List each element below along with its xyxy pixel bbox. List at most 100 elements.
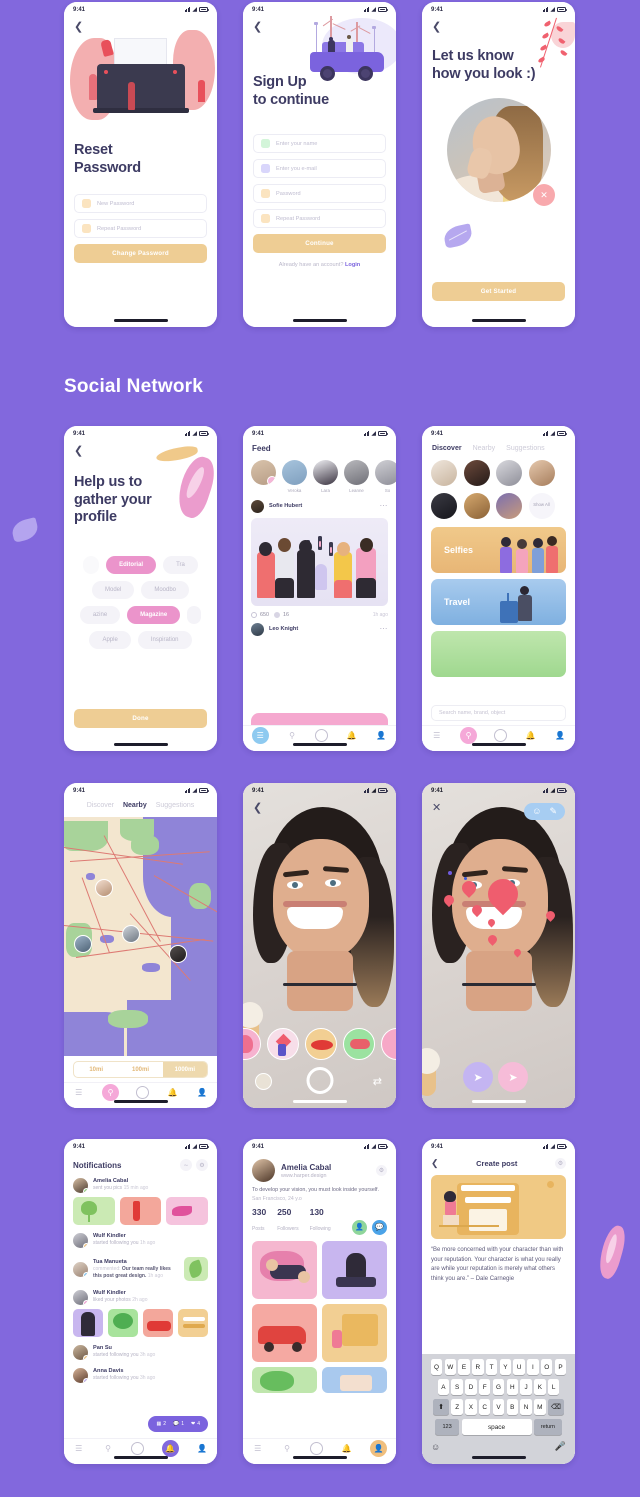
post-text[interactable]: “Be more concerned with your character t… bbox=[422, 1239, 575, 1285]
tag-chip[interactable] bbox=[187, 606, 202, 624]
key-b[interactable]: B bbox=[506, 1399, 518, 1415]
story-item[interactable]: Lara bbox=[313, 460, 338, 493]
tab-discover[interactable]: Discover bbox=[87, 802, 114, 809]
key-w[interactable]: W bbox=[444, 1359, 456, 1375]
tab-menu[interactable]: ☰ bbox=[73, 1087, 85, 1099]
filter-option[interactable] bbox=[243, 1028, 261, 1060]
post-thumbnail[interactable] bbox=[252, 1240, 317, 1299]
avatar[interactable] bbox=[431, 492, 457, 519]
tab-notifications[interactable]: 🔔 bbox=[525, 730, 537, 742]
notification-item[interactable]: Anna Davis started following you 3h ago bbox=[64, 1360, 217, 1383]
post-image[interactable] bbox=[431, 1175, 566, 1239]
emoji-icon[interactable]: ☺ bbox=[431, 1442, 440, 1452]
repeat-password-field[interactable]: Repeat Password bbox=[74, 219, 207, 238]
new-password-field[interactable]: New Password bbox=[74, 194, 207, 213]
thumbnail[interactable] bbox=[143, 1309, 173, 1337]
key-g[interactable]: G bbox=[492, 1379, 505, 1395]
key-o[interactable]: O bbox=[541, 1359, 553, 1375]
post-thumbnail[interactable] bbox=[252, 1366, 317, 1393]
avatar[interactable] bbox=[251, 499, 264, 513]
key-z[interactable]: Z bbox=[451, 1399, 463, 1415]
key-s[interactable]: S bbox=[451, 1379, 463, 1395]
more-icon[interactable]: ⋯ bbox=[380, 501, 389, 509]
map-pin-avatar[interactable] bbox=[122, 925, 140, 943]
search-input[interactable]: Search name, brand, object bbox=[431, 705, 566, 721]
profile-url[interactable]: www.harper.design bbox=[281, 1173, 331, 1179]
tab-profile[interactable]: 👤 bbox=[196, 1443, 208, 1455]
key-space[interactable]: space bbox=[461, 1419, 532, 1435]
filter-icon[interactable]: ∼ bbox=[180, 1159, 192, 1171]
gear-icon[interactable]: ⚙ bbox=[376, 1165, 387, 1176]
done-button[interactable]: Done bbox=[74, 709, 207, 728]
key-t[interactable]: T bbox=[485, 1359, 498, 1375]
key-y[interactable]: Y bbox=[499, 1359, 512, 1375]
key-backspace[interactable]: ⌫ bbox=[547, 1399, 564, 1415]
story-item[interactable] bbox=[251, 460, 276, 493]
key-n[interactable]: N bbox=[520, 1399, 532, 1415]
login-link[interactable]: Login bbox=[345, 262, 360, 268]
key-shift[interactable]: ⬆ bbox=[433, 1399, 450, 1415]
tab-notifications[interactable]: 🔔 bbox=[161, 1440, 179, 1457]
notification-item[interactable]: Pan Su started following you 3h ago bbox=[64, 1337, 217, 1360]
tab-menu[interactable]: ☰ bbox=[251, 727, 269, 744]
tab-profile[interactable]: 👤 bbox=[196, 1087, 208, 1099]
key-x[interactable]: X bbox=[465, 1399, 477, 1415]
key-numbers[interactable]: 123 bbox=[435, 1419, 460, 1435]
post-thumbnail[interactable] bbox=[252, 1303, 317, 1362]
key-return[interactable]: return bbox=[533, 1419, 562, 1435]
key-f[interactable]: F bbox=[479, 1379, 491, 1395]
thumbnail[interactable] bbox=[166, 1197, 209, 1225]
post-thumbnail[interactable] bbox=[322, 1366, 387, 1393]
tab-suggestions[interactable]: Suggestions bbox=[156, 802, 195, 809]
gear-icon[interactable]: ⚙ bbox=[555, 1158, 566, 1169]
notification-item[interactable]: Wulf Kindler started following you 1h ag… bbox=[64, 1225, 217, 1248]
thumbnail[interactable] bbox=[184, 1257, 208, 1281]
swap-camera-icon[interactable]: ⇄ bbox=[373, 1075, 382, 1088]
remove-photo-button[interactable]: ✕ bbox=[533, 184, 555, 206]
category-card-third[interactable] bbox=[431, 630, 566, 677]
key-r[interactable]: R bbox=[472, 1359, 484, 1375]
back-button[interactable]: ❮ bbox=[74, 22, 83, 33]
tab-camera[interactable] bbox=[310, 1442, 324, 1455]
key-v[interactable]: V bbox=[492, 1399, 505, 1415]
category-card-travel[interactable]: Travel bbox=[431, 578, 566, 625]
map-view[interactable] bbox=[64, 817, 217, 1056]
post-thumbnail[interactable] bbox=[322, 1240, 387, 1299]
map-pin-avatar[interactable] bbox=[74, 935, 92, 953]
get-started-button[interactable]: Get Started bbox=[432, 282, 565, 301]
gallery-thumbnail[interactable] bbox=[255, 1073, 272, 1090]
distance-100mi[interactable]: 100mi bbox=[118, 1062, 162, 1077]
category-card-selfies[interactable]: Selfies bbox=[431, 526, 566, 573]
avatar[interactable] bbox=[463, 460, 490, 486]
notification-item[interactable]: Tua Manueta commented: Our team really l… bbox=[64, 1248, 217, 1281]
tab-suggestions[interactable]: Suggestions bbox=[506, 445, 545, 452]
tab-nearby[interactable]: Nearby bbox=[123, 802, 147, 809]
story-item[interactable]: So bbox=[375, 460, 396, 493]
tag-chip-apple[interactable]: Apple bbox=[89, 631, 131, 649]
filter-option[interactable] bbox=[267, 1028, 299, 1060]
close-button[interactable]: ✕ bbox=[432, 803, 441, 814]
tab-profile[interactable]: 👤 bbox=[375, 730, 387, 742]
thumbnail[interactable] bbox=[108, 1309, 138, 1337]
tab-profile[interactable]: 👤 bbox=[370, 1440, 388, 1457]
key-e[interactable]: E bbox=[458, 1359, 470, 1375]
comment-count[interactable]: 16 bbox=[274, 611, 289, 618]
tab-search[interactable]: ⚲ bbox=[102, 1443, 114, 1455]
avatar[interactable] bbox=[463, 492, 490, 519]
tab-menu[interactable]: ☰ bbox=[252, 1443, 264, 1455]
shutter-button[interactable] bbox=[306, 1067, 333, 1094]
avatar[interactable] bbox=[528, 460, 555, 486]
map-pin-avatar[interactable] bbox=[95, 879, 113, 897]
key-k[interactable]: K bbox=[534, 1379, 546, 1395]
tag-chip[interactable] bbox=[83, 556, 100, 574]
tab-search[interactable]: ⚲ bbox=[281, 1443, 293, 1455]
add-person-icon[interactable]: 👤 bbox=[352, 1219, 367, 1235]
post-image[interactable] bbox=[251, 517, 388, 606]
share-button[interactable]: ➤ bbox=[498, 1062, 528, 1092]
name-field[interactable]: Enter your name bbox=[253, 134, 386, 153]
notification-item[interactable]: Amelia Cabal sent you pics 15 min ago bbox=[64, 1173, 217, 1193]
tag-chip-editorial[interactable]: Editorial bbox=[106, 556, 157, 574]
key-q[interactable]: Q bbox=[430, 1359, 443, 1375]
tab-camera[interactable] bbox=[494, 729, 508, 742]
add-story-icon[interactable] bbox=[267, 476, 276, 485]
